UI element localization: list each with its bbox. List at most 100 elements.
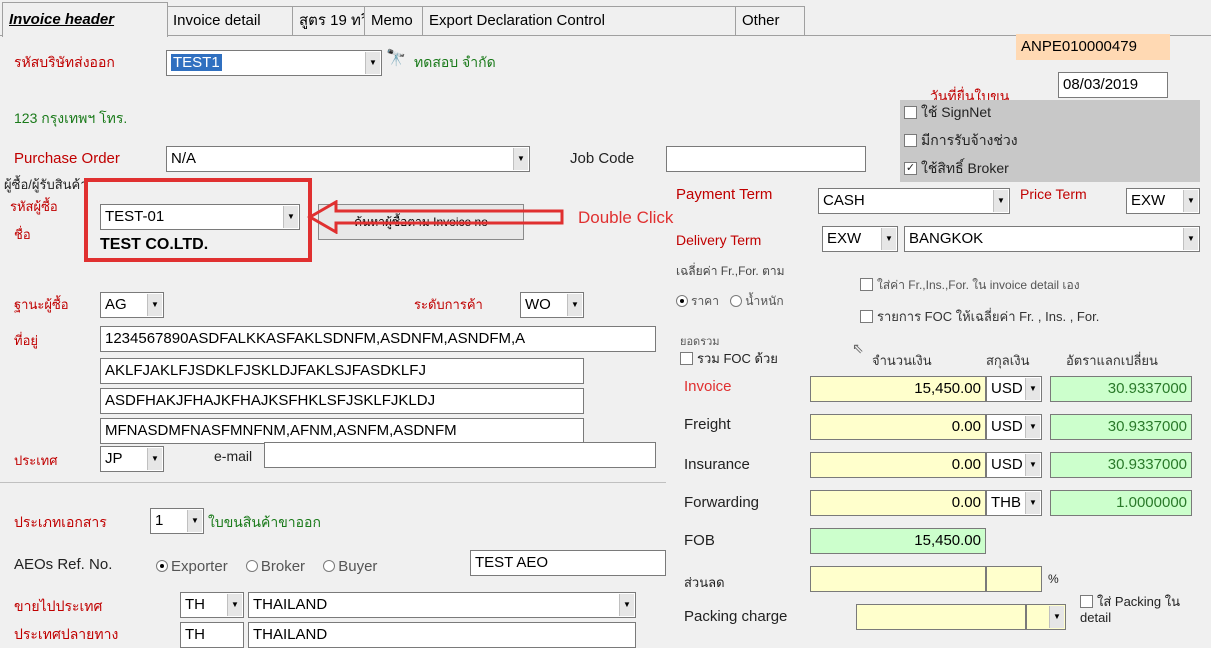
amount-header: จำนวนเงิน	[872, 353, 932, 368]
chevron-down-icon[interactable]: ▼	[227, 594, 242, 616]
invoice-currency-select[interactable]: USD ▼	[986, 376, 1042, 402]
forwarding-exchange-rate[interactable]: 1.0000000	[1050, 490, 1192, 516]
checkbox-icon[interactable]	[860, 278, 873, 292]
payment-term-select[interactable]: CASH ▼	[818, 188, 1010, 214]
checkbox-icon[interactable]	[1080, 595, 1093, 609]
price-term-select[interactable]: EXW ▼	[1126, 188, 1200, 214]
tab-export-declaration-control[interactable]: Export Declaration Control	[422, 6, 736, 35]
chevron-down-icon[interactable]: ▼	[567, 294, 582, 316]
checkbox-icon[interactable]	[904, 133, 917, 147]
radio-icon[interactable]	[323, 560, 336, 573]
chevron-down-icon[interactable]: ▼	[1025, 416, 1040, 438]
discount-percent[interactable]	[986, 566, 1042, 592]
chevron-down-icon[interactable]: ▼	[993, 190, 1008, 212]
delivery-place-select[interactable]: BANGKOK ▼	[904, 226, 1200, 252]
chevron-down-icon[interactable]: ▼	[1025, 492, 1040, 514]
chevron-down-icon[interactable]: ▼	[619, 594, 634, 616]
chevron-down-icon[interactable]: ▼	[187, 510, 202, 532]
manual-charges-option[interactable]: ใส่ค่า Fr.,Ins.,For. ใน invoice detail เ…	[860, 276, 1080, 295]
sell-to-country-name-select[interactable]: THAILAND ▼	[248, 592, 636, 618]
chevron-down-icon[interactable]: ▼	[1049, 606, 1064, 628]
checkbox-icon[interactable]	[904, 105, 917, 119]
email-input[interactable]	[264, 442, 656, 468]
chevron-down-icon[interactable]: ▼	[1025, 378, 1040, 400]
checkbox-checked-icon[interactable]: ✓	[904, 161, 917, 175]
invoice-amount[interactable]: 15,450.00	[810, 376, 986, 402]
fob-label: FOB	[684, 532, 715, 549]
job-code-input[interactable]	[666, 146, 866, 172]
broker-option[interactable]: ✓ ใช้สิทธิ์ Broker	[904, 158, 1009, 180]
email-label: e-mail	[214, 448, 253, 464]
packing-in-detail-option[interactable]: ใส่ Packing ใน detail	[1080, 594, 1200, 626]
doc-type-select[interactable]: 1 ▼	[150, 508, 204, 534]
buyer-address-line-3[interactable]: ASDFHAKJFHAJKFHAJKSFHKLSFJSKLFJKLDJ	[100, 388, 584, 414]
aeo-broker-radio[interactable]: Broker	[245, 558, 305, 575]
chevron-down-icon[interactable]: ▼	[147, 294, 162, 316]
packing-charge-currency-select[interactable]: ▼	[1026, 604, 1066, 630]
freight-currency-select[interactable]: USD ▼	[986, 414, 1042, 440]
sell-to-country-code-select[interactable]: TH ▼	[180, 592, 244, 618]
insurance-amount[interactable]: 0.00	[810, 452, 986, 478]
tab-invoice-header[interactable]: Invoice header	[2, 2, 168, 37]
insurance-exchange-rate[interactable]: 30.9337000	[1050, 452, 1192, 478]
radio-selected-icon[interactable]	[156, 560, 168, 573]
chevron-down-icon[interactable]: ▼	[147, 448, 162, 470]
submit-date-input[interactable]: 08/03/2019	[1058, 72, 1168, 98]
chevron-down-icon[interactable]: ▼	[1183, 190, 1198, 212]
foc-allocate-option[interactable]: รายการ FOC ให้เฉลี่ยค่า Fr. , Ins. , For…	[860, 306, 1099, 327]
buyer-code-label: รหัสผู้ซื้อ	[10, 199, 58, 214]
purchase-order-select[interactable]: N/A ▼	[166, 146, 530, 172]
buyer-group-label: ผู้ซื้อ/ผู้รับสินค้า	[4, 177, 88, 192]
forwarding-amount[interactable]: 0.00	[810, 490, 986, 516]
insurance-currency-select[interactable]: USD ▼	[986, 452, 1042, 478]
discount-amount[interactable]	[810, 566, 986, 592]
packing-charge-label: Packing charge	[684, 608, 788, 625]
chevron-down-icon[interactable]: ▼	[365, 52, 380, 74]
checkbox-icon[interactable]	[860, 310, 873, 324]
forwarding-currency-select[interactable]: THB ▼	[986, 490, 1042, 516]
buyer-address-line-2[interactable]: AKLFJAKLFJSDKLFJSKLDJFAKLSJFASDKLFJ	[100, 358, 584, 384]
invoice-exchange-rate[interactable]: 30.9337000	[1050, 376, 1192, 402]
delivery-term-code-select[interactable]: EXW ▼	[822, 226, 898, 252]
allocate-by-weight-radio[interactable]: น้ำหนัก	[730, 294, 784, 308]
exporter-address: 123 กรุงเทพฯ โทร.	[14, 110, 128, 126]
destination-country-code-select[interactable]: TH	[180, 622, 244, 648]
freight-amount[interactable]: 0.00	[810, 414, 986, 440]
tab-other[interactable]: Other	[735, 6, 805, 35]
packing-charge-amount[interactable]	[856, 604, 1026, 630]
aeo-buyer-radio[interactable]: Buyer	[323, 558, 377, 575]
buyer-address-line-1[interactable]: 1234567890ASDFALKKASFAKLSDNFM,ASDNFM,ASN…	[100, 326, 656, 352]
job-code-label: Job Code	[570, 150, 635, 167]
include-foc-option[interactable]: รวม FOC ด้วย	[680, 348, 778, 369]
chevron-down-icon[interactable]: ▼	[1183, 228, 1198, 250]
trade-level-label: ระดับการค้า	[414, 297, 483, 312]
subcontract-option[interactable]: มีการรับจ้างช่วง	[904, 130, 1018, 152]
signnet-option[interactable]: ใช้ SignNet	[904, 102, 991, 124]
freight-exchange-rate[interactable]: 30.9337000	[1050, 414, 1192, 440]
destination-country-name-select[interactable]: THAILAND	[248, 622, 636, 648]
payment-term-label: Payment Term	[676, 186, 773, 203]
checkbox-icon[interactable]	[680, 352, 693, 366]
aeo-exporter-radio[interactable]: Exporter	[156, 558, 228, 575]
allocate-by-price-radio[interactable]: ราคา	[676, 294, 719, 308]
chevron-down-icon[interactable]: ▼	[513, 148, 528, 170]
radio-icon[interactable]	[730, 294, 743, 307]
binoculars-icon[interactable]: 🔭	[386, 48, 406, 68]
allocate-radio-group: ราคา น้ำหนัก	[676, 292, 784, 311]
radio-icon[interactable]	[245, 560, 258, 573]
tab-memo[interactable]: Memo	[364, 6, 430, 35]
purchase-order-label: Purchase Order	[14, 150, 120, 167]
buyer-address-line-4[interactable]: MFNASDMFNASFMNFNM,AFNM,ASNFM,ASDNFM	[100, 418, 584, 444]
tab-invoice-detail[interactable]: Invoice detail	[166, 6, 300, 35]
chevron-down-icon[interactable]: ▼	[1025, 454, 1040, 476]
buyer-status-label: ฐานะผู้ซื้อ	[14, 297, 69, 312]
tab-formula-19-bis[interactable]: สูตร 19 ทวิ	[292, 6, 372, 35]
aeo-ref-input[interactable]: TEST AEO	[470, 550, 666, 576]
radio-selected-icon[interactable]	[676, 294, 688, 307]
buyer-country-select[interactable]: JP ▼	[100, 446, 164, 472]
exporter-code-select[interactable]: TEST1 ▼	[166, 50, 382, 76]
trade-level-select[interactable]: WO ▼	[520, 292, 584, 318]
chevron-down-icon[interactable]: ▼	[881, 228, 896, 250]
buyer-status-select[interactable]: AG ▼	[100, 292, 164, 318]
aeo-radio-group: Exporter Broker Buyer	[156, 558, 377, 575]
